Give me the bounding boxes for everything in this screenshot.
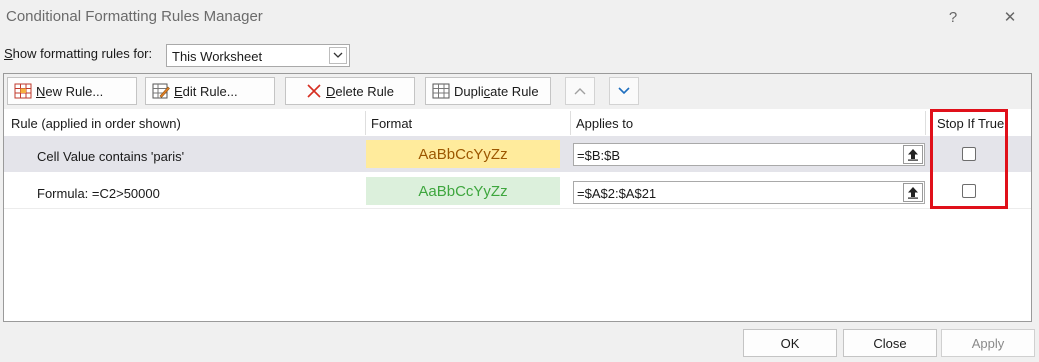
range-picker-icon — [908, 187, 918, 199]
chevron-down-icon — [618, 87, 630, 95]
close-icon: ✕ — [1003, 9, 1017, 26]
rule-description: Cell Value contains 'paris' — [37, 149, 185, 164]
column-divider — [925, 111, 926, 135]
help-icon: ? — [948, 8, 958, 26]
help-button[interactable]: ? — [936, 4, 970, 30]
new-rule-button[interactable]: New Rule... — [7, 77, 137, 105]
chevron-up-icon — [574, 88, 586, 95]
column-header-row: Rule (applied in order shown) Format App… — [4, 111, 1031, 135]
apply-button[interactable]: Apply — [941, 329, 1035, 357]
edit-rule-icon — [152, 83, 170, 99]
format-preview: AaBbCcYyZz — [366, 177, 560, 205]
format-preview: AaBbCcYyZz — [366, 140, 560, 168]
header-rule: Rule (applied in order shown) — [11, 116, 181, 131]
move-down-button[interactable] — [609, 77, 639, 105]
applies-to-value: =$A$2:$A$21 — [577, 186, 657, 201]
close-window-button[interactable]: ✕ — [993, 4, 1027, 30]
highlight-box — [930, 109, 1008, 209]
window-title: Conditional Formatting Rules Manager — [6, 8, 263, 25]
applies-to-field[interactable]: =$A$2:$A$21 — [573, 181, 925, 204]
edit-rule-button[interactable]: Edit Rule... — [145, 77, 275, 105]
column-divider — [365, 111, 366, 135]
applies-to-value: =$B:$B — [577, 148, 621, 163]
chevron-down-icon[interactable] — [329, 47, 347, 64]
show-rules-value: This Worksheet — [172, 49, 263, 64]
show-rules-label: Show formatting rules for: — [4, 46, 153, 61]
ok-button[interactable]: OK — [743, 329, 837, 357]
range-picker-icon — [908, 149, 918, 161]
show-rules-dropdown[interactable]: This Worksheet — [166, 44, 350, 67]
move-up-button[interactable] — [565, 77, 595, 105]
delete-icon — [307, 84, 321, 98]
collapse-range-button[interactable] — [903, 145, 923, 164]
delete-rule-button[interactable]: Delete Rule — [285, 77, 415, 105]
collapse-range-button[interactable] — [903, 183, 923, 202]
column-divider — [570, 111, 571, 135]
duplicate-rule-icon — [432, 83, 450, 99]
duplicate-rule-button[interactable]: Dupli c ate Rule — [425, 77, 551, 105]
rule-description: Formula: =C2>50000 — [37, 186, 160, 201]
applies-to-field[interactable]: =$B:$B — [573, 143, 925, 166]
new-rule-icon — [14, 83, 32, 99]
header-format: Format — [371, 116, 413, 131]
close-button[interactable]: Close — [843, 329, 937, 357]
header-applies-to: Applies to — [576, 116, 634, 131]
